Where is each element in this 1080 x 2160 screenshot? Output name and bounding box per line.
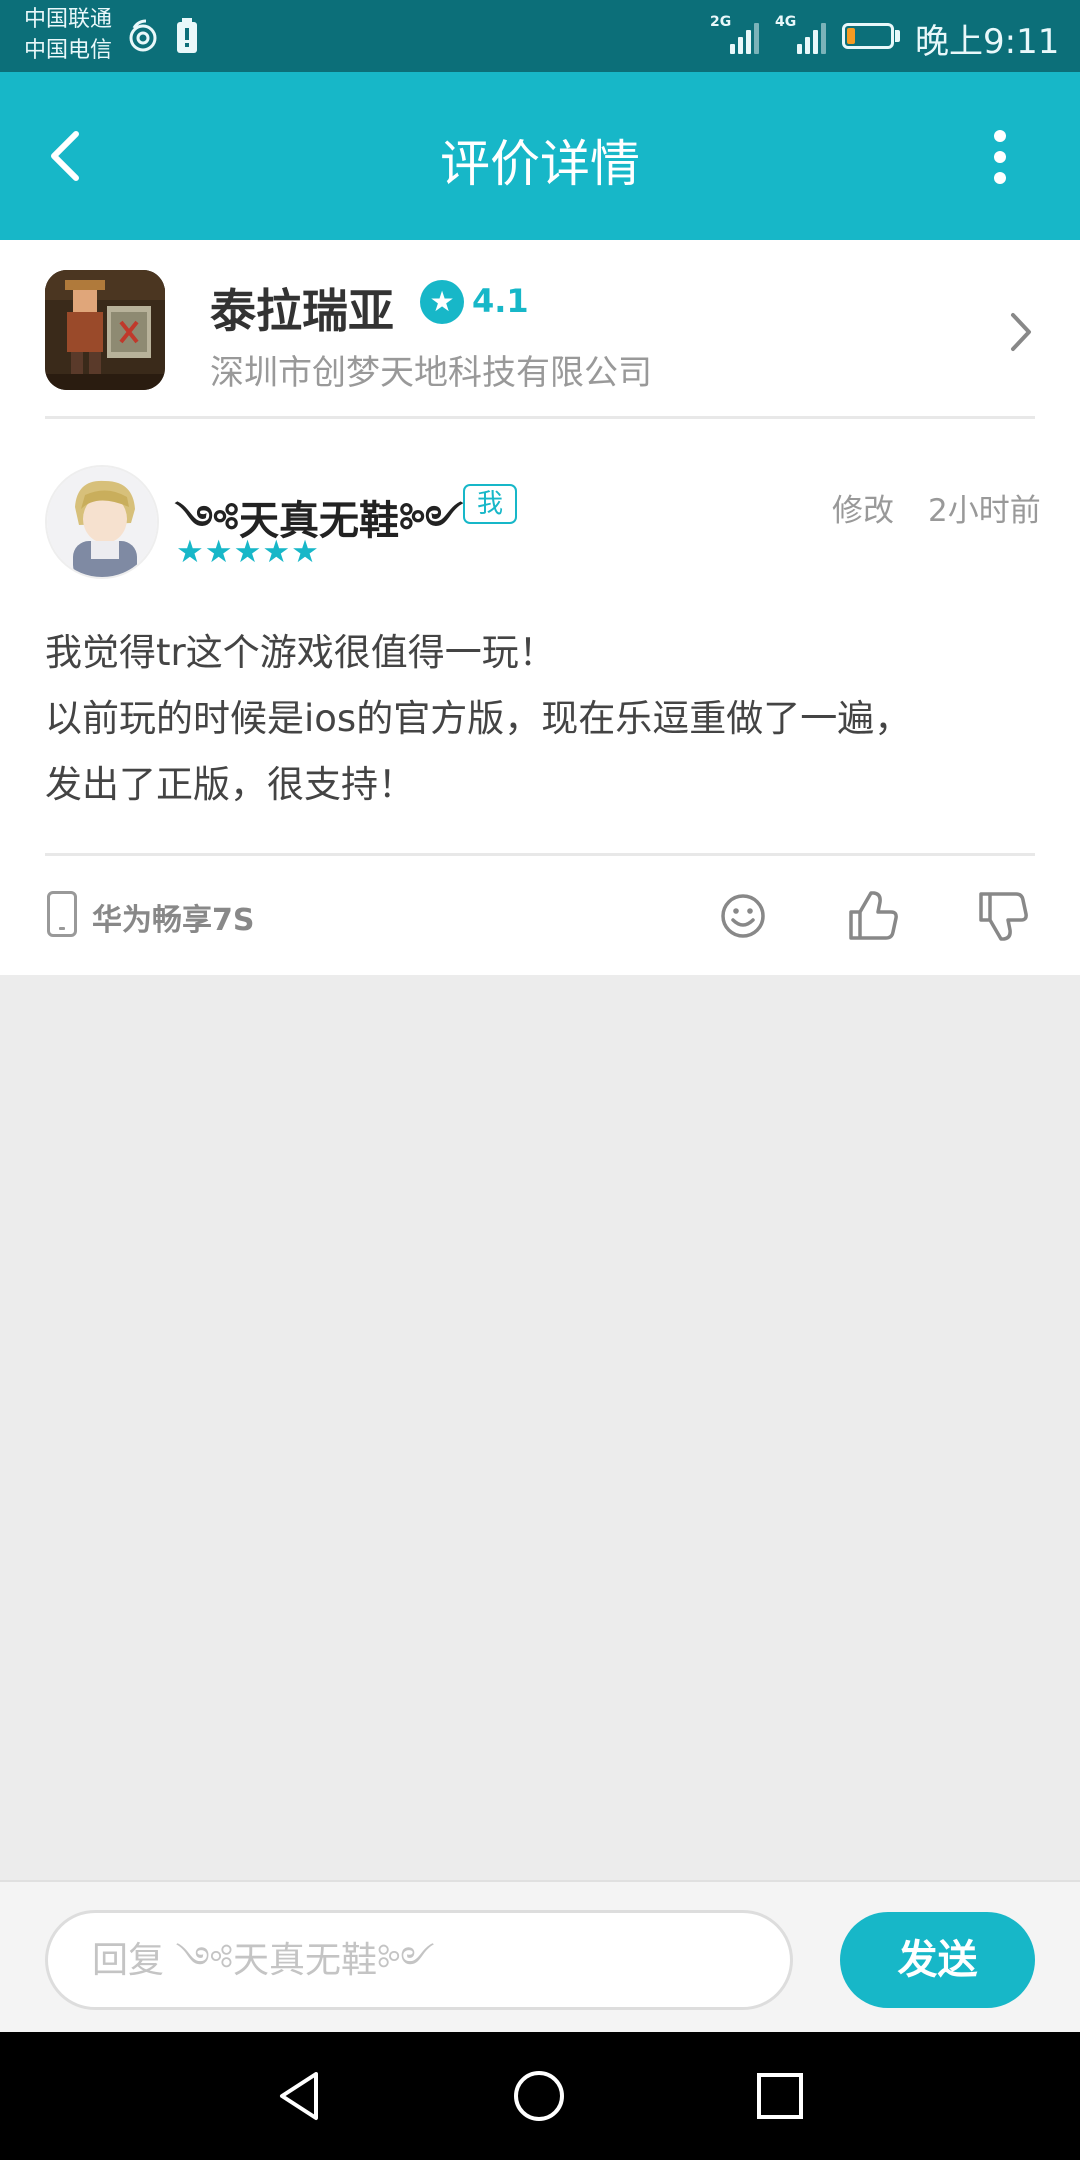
page-title: 评价详情 <box>440 135 640 193</box>
avatar[interactable] <box>45 465 159 579</box>
battery-tip <box>895 30 900 42</box>
app-icon <box>45 270 165 390</box>
emoji-icon[interactable] <box>715 888 771 944</box>
app-name: 泰拉瑞亚 <box>210 284 394 338</box>
device-name: 华为畅享7S <box>92 903 255 938</box>
app-header: 评价详情 <box>0 72 1080 240</box>
review-line: 发出了正版，很支持！ <box>45 763 415 806</box>
app-info-row[interactable]: 泰拉瑞亚 ★ 4.1 深圳市创梦天地科技有限公司 <box>0 240 1080 418</box>
thumbs-up-icon[interactable] <box>845 888 901 944</box>
app-rating: 4.1 <box>472 282 529 320</box>
divider <box>45 853 1035 856</box>
review-time: 2小时前 <box>928 493 1041 529</box>
system-nav-bar <box>0 2032 1080 2160</box>
review-card: 泰拉瑞亚 ★ 4.1 深圳市创梦天地科技有限公司 ༺天真无鞋༻ 我 修改 2小时… <box>0 240 1080 975</box>
review-line: 以前玩的时候是ios的官方版，现在乐逗重做了一遍， <box>45 697 912 740</box>
edit-button[interactable]: 修改 <box>832 485 894 530</box>
carrier-name-1: 中国联通 <box>24 7 113 32</box>
nav-recents-icon[interactable] <box>752 2068 808 2124</box>
reply-bar: 发送 <box>0 1880 1080 2032</box>
chevron-right-icon <box>1011 313 1031 351</box>
signal-1-tag: 2G <box>710 14 732 30</box>
send-button[interactable]: 发送 <box>840 1912 1035 2008</box>
status-bar: 中国联通 中国电信 2G 4G 晚上9:11 <box>0 0 1080 72</box>
review-line: 我觉得tr这个游戏很值得一玩！ <box>45 631 556 674</box>
thumbs-down-icon[interactable] <box>975 888 1031 944</box>
signal-icon-1: 2G <box>710 14 760 54</box>
divider <box>45 416 1035 419</box>
signal-icon-2: 4G <box>775 14 831 54</box>
more-vertical-icon[interactable] <box>985 127 1015 187</box>
app-developer: 深圳市创梦天地科技有限公司 <box>210 353 652 393</box>
battery-level-fill <box>847 28 855 44</box>
battery-icon <box>842 23 894 49</box>
status-clock: 晚上9:11 <box>915 22 1060 62</box>
username[interactable]: ༺天真无鞋༻ <box>175 475 463 588</box>
battery-saver-icon <box>177 18 197 53</box>
me-badge: 我 <box>463 484 518 524</box>
nav-back-icon[interactable] <box>272 2068 328 2124</box>
review-text: 我觉得tr这个游戏很值得一玩！ 以前玩的时候是ios的官方版，现在乐逗重做了一遍… <box>45 620 1045 818</box>
carrier-info: 中国联通 中国电信 <box>24 4 112 66</box>
carrier-name-2: 中国电信 <box>24 38 113 63</box>
nav-home-icon[interactable] <box>511 2068 567 2124</box>
hotspot-icon <box>129 19 157 52</box>
reply-input[interactable] <box>45 1910 793 2010</box>
rating-star-icon: ★ <box>420 280 464 324</box>
phone-icon <box>47 891 77 937</box>
rating-stars: ★★★★★ <box>176 534 320 570</box>
signal-2-tag: 4G <box>775 14 797 30</box>
